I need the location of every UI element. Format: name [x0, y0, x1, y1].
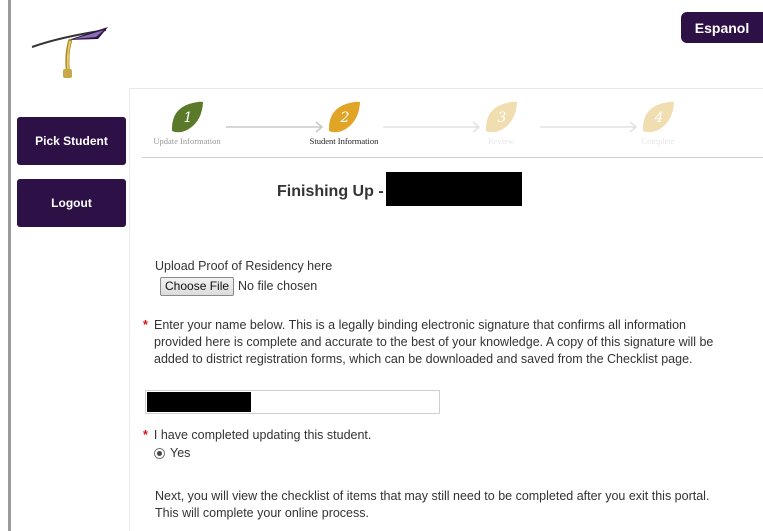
step-label: Student Information: [309, 136, 379, 146]
page-title: Finishing Up -: [277, 183, 384, 200]
signature-instructions-text: Enter your name below. This is a legally…: [154, 318, 714, 366]
upload-label: Upload Proof of Residency here: [155, 259, 333, 273]
left-border: [8, 0, 11, 531]
file-status: No file chosen: [238, 279, 318, 293]
step-number: 1: [184, 110, 193, 126]
step-label: Update Information: [153, 136, 221, 146]
choose-file-button[interactable]: Choose File: [160, 277, 235, 296]
step-leaf-icon: 3: [485, 101, 517, 133]
next-steps-text: Next, you will view the checklist of ite…: [155, 489, 710, 520]
step-number: 4: [654, 110, 664, 126]
main-top-divider: [130, 88, 763, 89]
completed-question-text: I have completed updating this student.: [153, 428, 372, 442]
step-label: Complete: [641, 136, 675, 146]
signature-instructions: * Enter your name below. This is a legal…: [143, 317, 733, 368]
wizard-divider: [142, 157, 763, 158]
radio-selected-dot: [157, 451, 162, 456]
yes-radio[interactable]: [154, 448, 165, 459]
wizard-step-4: 4 Complete: [593, 100, 723, 146]
espanol-button[interactable]: Espanol: [681, 12, 763, 43]
step-number: 2: [340, 110, 350, 126]
required-marker: *: [143, 428, 148, 442]
step-leaf-icon: 2: [328, 101, 360, 133]
redacted-signature: [147, 392, 251, 412]
main-left-divider: [129, 88, 130, 531]
yes-label: Yes: [170, 446, 191, 460]
step-number: 3: [498, 110, 507, 126]
feather-logo-icon: [31, 27, 108, 78]
step-label: Review: [488, 136, 514, 146]
pick-student-button[interactable]: Pick Student: [17, 117, 126, 165]
step-leaf-icon: 1: [171, 101, 203, 133]
logout-button[interactable]: Logout: [17, 179, 126, 227]
required-marker: *: [143, 318, 148, 332]
redacted-student-name: [386, 172, 522, 206]
file-upload: Choose File No file chosen: [160, 277, 317, 296]
yes-option[interactable]: Yes: [154, 445, 190, 462]
progress-wizard: 1 Update Information 2 Student Information 3…: [142, 100, 762, 160]
step-leaf-icon: 4: [642, 101, 674, 133]
completed-question: * I have completed updating this student.: [143, 427, 371, 444]
